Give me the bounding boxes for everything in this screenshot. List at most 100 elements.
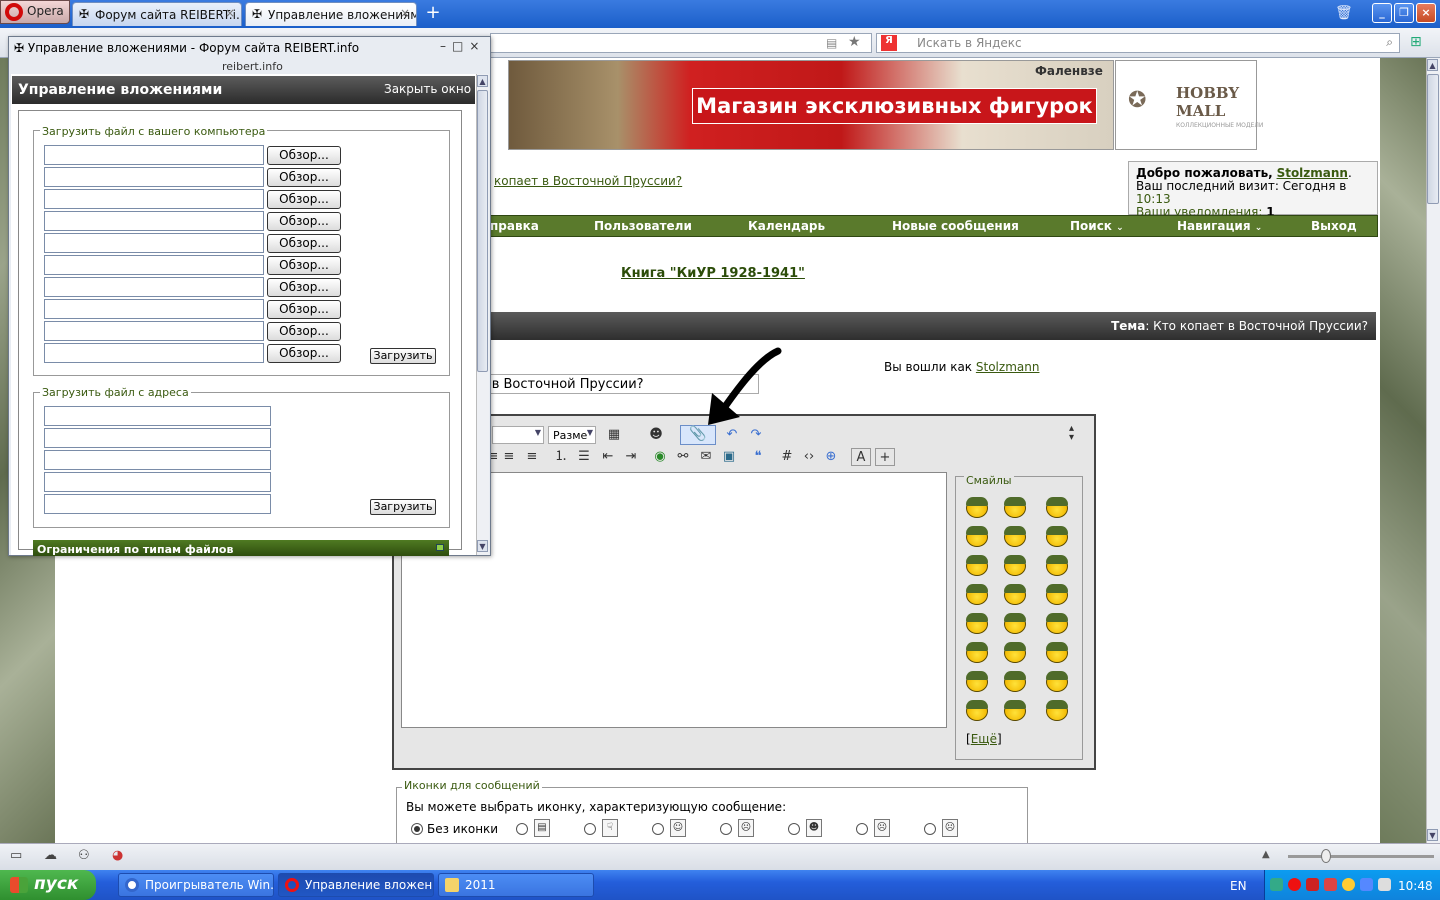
size-select[interactable]: Разме ▼	[548, 426, 596, 444]
align-center-icon[interactable]: ≡	[499, 448, 519, 466]
scroll-down-icon[interactable]: ▼	[477, 540, 488, 552]
insert-link-icon[interactable]: ◉	[650, 448, 670, 466]
nav-navigation[interactable]: Навигация ⌄	[1177, 219, 1262, 233]
cloud-icon[interactable]: ☁	[44, 848, 57, 863]
browse-button[interactable]: Обзор...	[267, 146, 341, 165]
font-increase-icon[interactable]: A	[851, 448, 871, 466]
smiley-icon[interactable]	[1004, 700, 1026, 721]
language-indicator[interactable]: EN	[1230, 879, 1247, 893]
scroll-up-icon[interactable]: ▲	[1427, 59, 1438, 71]
unordered-list-icon[interactable]: ☰	[574, 448, 594, 466]
topic-breadcrumb-link[interactable]: копает в Восточной Пруссии?	[494, 174, 682, 188]
nav-calendar[interactable]: Календарь	[748, 219, 825, 233]
zoom-slider-knob[interactable]	[1321, 849, 1331, 863]
collapse-toolbar-icon[interactable]: ▴ ▾	[1069, 424, 1074, 443]
no-icon-radio[interactable]	[411, 823, 423, 835]
code-icon[interactable]: ‹›	[799, 448, 819, 466]
indent-icon[interactable]: ⇥	[621, 448, 641, 466]
smiley-icon[interactable]	[1046, 584, 1068, 605]
quote-icon[interactable]: ❝	[748, 448, 768, 466]
popup-scrollbar-thumb[interactable]	[477, 90, 488, 372]
file-type-restrictions-bar[interactable]: Ограничения по типам файлов	[33, 540, 449, 556]
close-icon[interactable]: ×	[225, 6, 235, 20]
more-smiles[interactable]: [Ещё]	[966, 732, 1002, 746]
restore-button[interactable]: ❐	[1394, 3, 1414, 23]
nav-new-posts[interactable]: Новые сообщения	[892, 219, 1019, 233]
display-icon[interactable]	[1360, 878, 1373, 891]
nav-search[interactable]: Поиск ⌄	[1070, 219, 1124, 233]
smiley-icon[interactable]	[1004, 642, 1026, 663]
new-tab-button[interactable]: +	[423, 3, 443, 23]
start-button[interactable]: пуск	[0, 870, 96, 900]
file-url-input[interactable]	[44, 406, 271, 426]
smiley-icon[interactable]	[1004, 555, 1026, 576]
opera-tray-icon[interactable]	[1288, 878, 1301, 891]
close-icon[interactable]: ×	[469, 39, 485, 53]
file-path-input[interactable]	[44, 277, 264, 297]
page-scrollbar-thumb[interactable]	[1427, 74, 1439, 204]
smiley-icon[interactable]	[1046, 555, 1068, 576]
taskbar-opera[interactable]: Управление вложен...	[278, 873, 434, 897]
unlink-icon[interactable]: ⚯	[673, 448, 693, 466]
file-path-input[interactable]	[44, 167, 264, 187]
smiley-icon[interactable]	[1046, 642, 1068, 663]
smiley-icon[interactable]	[1004, 584, 1026, 605]
opera-menu-button[interactable]: Opera	[0, 0, 70, 24]
browse-button[interactable]: Обзор...	[267, 322, 341, 341]
file-url-input[interactable]	[44, 494, 271, 514]
update-icon[interactable]	[1342, 878, 1355, 891]
minimize-icon[interactable]: –	[440, 39, 452, 53]
rss-icon[interactable]: ▤	[826, 36, 837, 50]
smiley-picker-icon[interactable]: ☻	[646, 426, 666, 444]
close-icon[interactable]: ×	[400, 6, 410, 20]
post-icon-radio[interactable]	[652, 823, 664, 835]
zoom-slider[interactable]	[1288, 855, 1434, 858]
scroll-down-icon[interactable]: ▼	[1427, 829, 1438, 841]
file-url-input[interactable]	[44, 472, 271, 492]
post-icon-radio[interactable]	[516, 823, 528, 835]
ordered-list-icon[interactable]: ⒈	[551, 448, 571, 466]
zoom-up-icon[interactable]: ▲	[1262, 849, 1270, 860]
browse-button[interactable]: Обзор...	[267, 300, 341, 319]
file-path-input[interactable]	[44, 255, 264, 275]
nav-help[interactable]: правка	[490, 219, 539, 233]
more-smiles-link[interactable]: Ещё	[971, 732, 997, 746]
browse-button[interactable]: Обзор...	[267, 234, 341, 253]
star-icon[interactable]: ★	[848, 34, 861, 50]
file-path-input[interactable]	[44, 211, 264, 231]
trash-icon[interactable]: 🗑	[1335, 5, 1353, 21]
smiley-icon[interactable]	[1046, 671, 1068, 692]
minimize-button[interactable]: _	[1372, 3, 1392, 23]
browse-button[interactable]: Обзор...	[267, 212, 341, 231]
file-path-input[interactable]	[44, 321, 264, 341]
welcome-user-link[interactable]: Stolzmann	[1277, 166, 1348, 180]
shield-icon[interactable]	[1324, 878, 1337, 891]
logged-in-user-link[interactable]: Stolzmann	[976, 360, 1040, 374]
smiley-icon[interactable]	[1046, 700, 1068, 721]
insert-image-icon[interactable]: ▣	[719, 448, 739, 466]
smiley-icon[interactable]	[966, 642, 988, 663]
post-icon-radio[interactable]	[584, 823, 596, 835]
font-select[interactable]: ▼	[492, 426, 544, 444]
post-icon-radio[interactable]	[856, 823, 868, 835]
smiley-icon[interactable]	[966, 584, 988, 605]
smiley-icon[interactable]	[1046, 497, 1068, 518]
email-link-icon[interactable]: ✉	[696, 448, 716, 466]
file-url-input[interactable]	[44, 428, 271, 448]
smiley-icon[interactable]	[966, 700, 988, 721]
smiley-icon[interactable]	[1004, 526, 1026, 547]
post-icon-radio[interactable]	[924, 823, 936, 835]
browse-button[interactable]: Обзор...	[267, 344, 341, 363]
file-path-input[interactable]	[44, 299, 264, 319]
smiley-icon[interactable]	[1004, 671, 1026, 692]
align-right-icon[interactable]: ≡	[522, 448, 542, 466]
smiley-icon[interactable]	[966, 613, 988, 634]
tab-forum[interactable]: ✠ Форум сайта REIBERT.i... ×	[72, 2, 242, 26]
smiley-icon[interactable]	[1046, 526, 1068, 547]
browse-button[interactable]: Обзор...	[267, 190, 341, 209]
network-icon[interactable]	[1270, 878, 1283, 891]
text-color-icon[interactable]: ▦	[604, 426, 624, 444]
smiley-icon[interactable]	[966, 555, 988, 576]
search-icon[interactable]: ⌕	[1386, 35, 1393, 50]
post-icon-radio[interactable]	[788, 823, 800, 835]
